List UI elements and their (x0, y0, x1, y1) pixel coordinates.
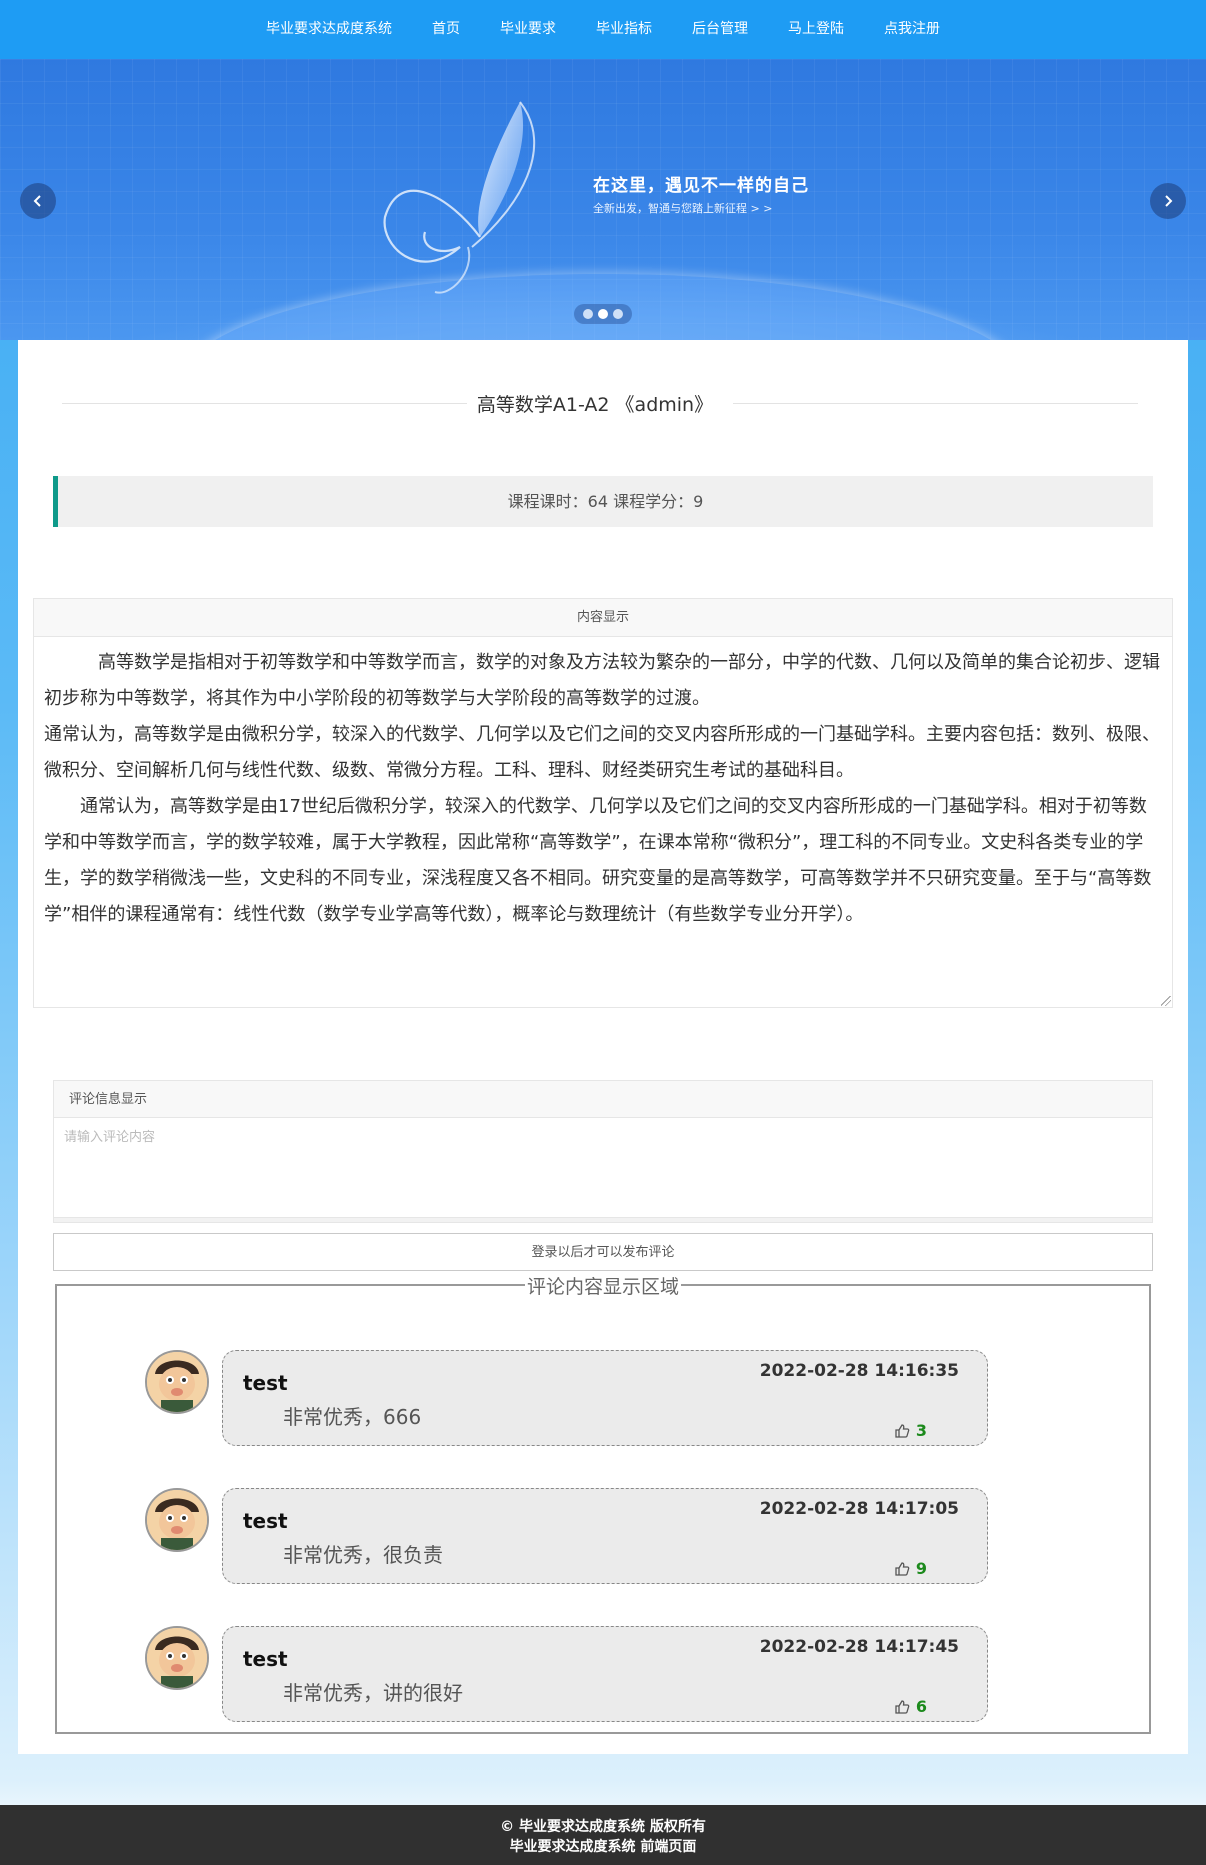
like-button[interactable]: 6 (894, 1697, 927, 1716)
avatar[interactable] (145, 1626, 209, 1690)
nav-item-admin[interactable]: 后台管理 (692, 0, 748, 59)
nav-item-register[interactable]: 点我注册 (884, 0, 940, 59)
carousel-indicators (574, 304, 632, 324)
like-count: 6 (915, 1697, 927, 1716)
comment-text: 非常优秀，讲的很好 (283, 1681, 463, 1705)
avatar-icon (147, 1628, 207, 1688)
carousel-prev-button[interactable] (20, 183, 56, 219)
comment-time: 2022-02-28 14:16:35 (759, 1361, 959, 1381)
nav-item-requirements[interactable]: 毕业要求 (500, 0, 556, 59)
carousel-dot[interactable] (583, 309, 593, 319)
content-header: 内容显示 (34, 599, 1172, 637)
footer-copyright: © 毕业要求达成度系统 版权所有 (500, 1819, 706, 1835)
comment-bubble: test 2022-02-28 14:17:45 非常优秀，讲的很好 6 (222, 1626, 988, 1722)
banner-subtitle[interactable]: 全新出发，智通与您踏上新征程 > > (593, 200, 772, 216)
avatar[interactable] (145, 1350, 209, 1414)
content-paragraph: 通常认为，高等数学是由微积分学，较深入的代数学、几何学以及它们之间的交叉内容所形… (44, 724, 1160, 781)
nav-item-indicators[interactable]: 毕业指标 (596, 0, 652, 59)
course-title: 高等数学A1-A2 《admin》 (476, 394, 714, 416)
comment-user[interactable]: test (243, 1647, 288, 1671)
like-button[interactable]: 3 (894, 1421, 927, 1440)
comment-user[interactable]: test (243, 1371, 288, 1395)
avatar-icon (147, 1490, 207, 1550)
comment-bubble: test 2022-02-28 14:17:05 非常优秀，很负责 9 (222, 1488, 988, 1584)
content-body: 高等数学是指相对于初等数学和中等数学而言，数学的对象及方法较为繁杂的一部分，中学… (34, 637, 1172, 933)
banner-carousel: 在这里，遇见不一样的自己 全新出发，智通与您踏上新征程 > > (0, 59, 1206, 340)
comment-form: 评论信息显示 请输入评论内容 (53, 1080, 1153, 1223)
carousel-dot[interactable] (613, 309, 623, 319)
thumbs-up-icon (895, 1423, 910, 1438)
content-display-box[interactable]: 内容显示 高等数学是指相对于初等数学和中等数学而言，数学的对象及方法较为繁杂的一… (33, 598, 1173, 1008)
comment-time: 2022-02-28 14:17:45 (759, 1637, 959, 1657)
comment-item: test 2022-02-28 14:16:35 非常优秀，666 3 (57, 1350, 1153, 1448)
carousel-dot[interactable] (598, 309, 608, 319)
nav-item-home[interactable]: 首页 (432, 0, 460, 59)
comment-display-area: 评论内容显示区域 test 2022-02-28 14:16:35 非常优秀，6… (55, 1276, 1153, 1734)
resize-handle[interactable] (1161, 996, 1171, 1006)
like-count: 9 (915, 1559, 927, 1578)
comment-area-legend-text: 评论内容显示区域 (524, 1276, 681, 1298)
top-nav: 毕业要求达成度系统 首页 毕业要求 毕业指标 后台管理 马上登陆 点我注册 (0, 0, 1206, 59)
thumbs-up-icon (895, 1561, 910, 1576)
comment-bubble: test 2022-02-28 14:16:35 非常优秀，666 3 (222, 1350, 988, 1446)
chevron-right-icon (1165, 195, 1173, 207)
footer: © 毕业要求达成度系统 版权所有 毕业要求达成度系统 前端页面 (0, 1805, 1206, 1865)
nav-item-login[interactable]: 马上登陆 (788, 0, 844, 59)
course-title-row: 高等数学A1-A2 《admin》 (45, 390, 1145, 416)
butterfly-logo-icon (383, 101, 536, 294)
comment-user[interactable]: test (243, 1509, 288, 1533)
like-count: 3 (915, 1421, 927, 1440)
login-to-comment-button[interactable]: 登录以后才可以发布评论 (53, 1233, 1153, 1271)
banner-title: 在这里，遇见不一样的自己 (593, 176, 809, 196)
content-paragraph: 高等数学是指相对于初等数学和中等数学而言，数学的对象及方法较为繁杂的一部分，中学… (44, 652, 1160, 709)
course-meta: 课程课时：64 课程学分：9 (53, 476, 1153, 527)
comment-item: test 2022-02-28 14:17:05 非常优秀，很负责 9 (57, 1488, 1153, 1586)
comment-item: test 2022-02-28 14:17:45 非常优秀，讲的很好 6 (57, 1626, 1153, 1724)
like-button[interactable]: 9 (894, 1559, 927, 1578)
content-paragraph: 通常认为，高等数学是由17世纪后微积分学，较深入的代数学、几何学以及它们之间的交… (44, 796, 1152, 925)
avatar-icon (147, 1352, 207, 1412)
comment-form-header: 评论信息显示 (54, 1081, 1152, 1118)
comment-time: 2022-02-28 14:17:05 (759, 1499, 959, 1519)
thumbs-up-icon (895, 1699, 910, 1714)
chevron-left-icon (33, 195, 41, 207)
comment-area-legend: 评论内容显示区域 (57, 1272, 1149, 1299)
nav-brand-link[interactable]: 毕业要求达成度系统 (266, 0, 392, 59)
footer-subtitle: 毕业要求达成度系统 前端页面 (509, 1839, 697, 1855)
comment-input[interactable]: 请输入评论内容 (54, 1118, 1152, 1218)
comment-text: 非常优秀，很负责 (283, 1543, 443, 1567)
comment-text: 非常优秀，666 (283, 1405, 422, 1429)
carousel-next-button[interactable] (1150, 183, 1186, 219)
avatar[interactable] (145, 1488, 209, 1552)
